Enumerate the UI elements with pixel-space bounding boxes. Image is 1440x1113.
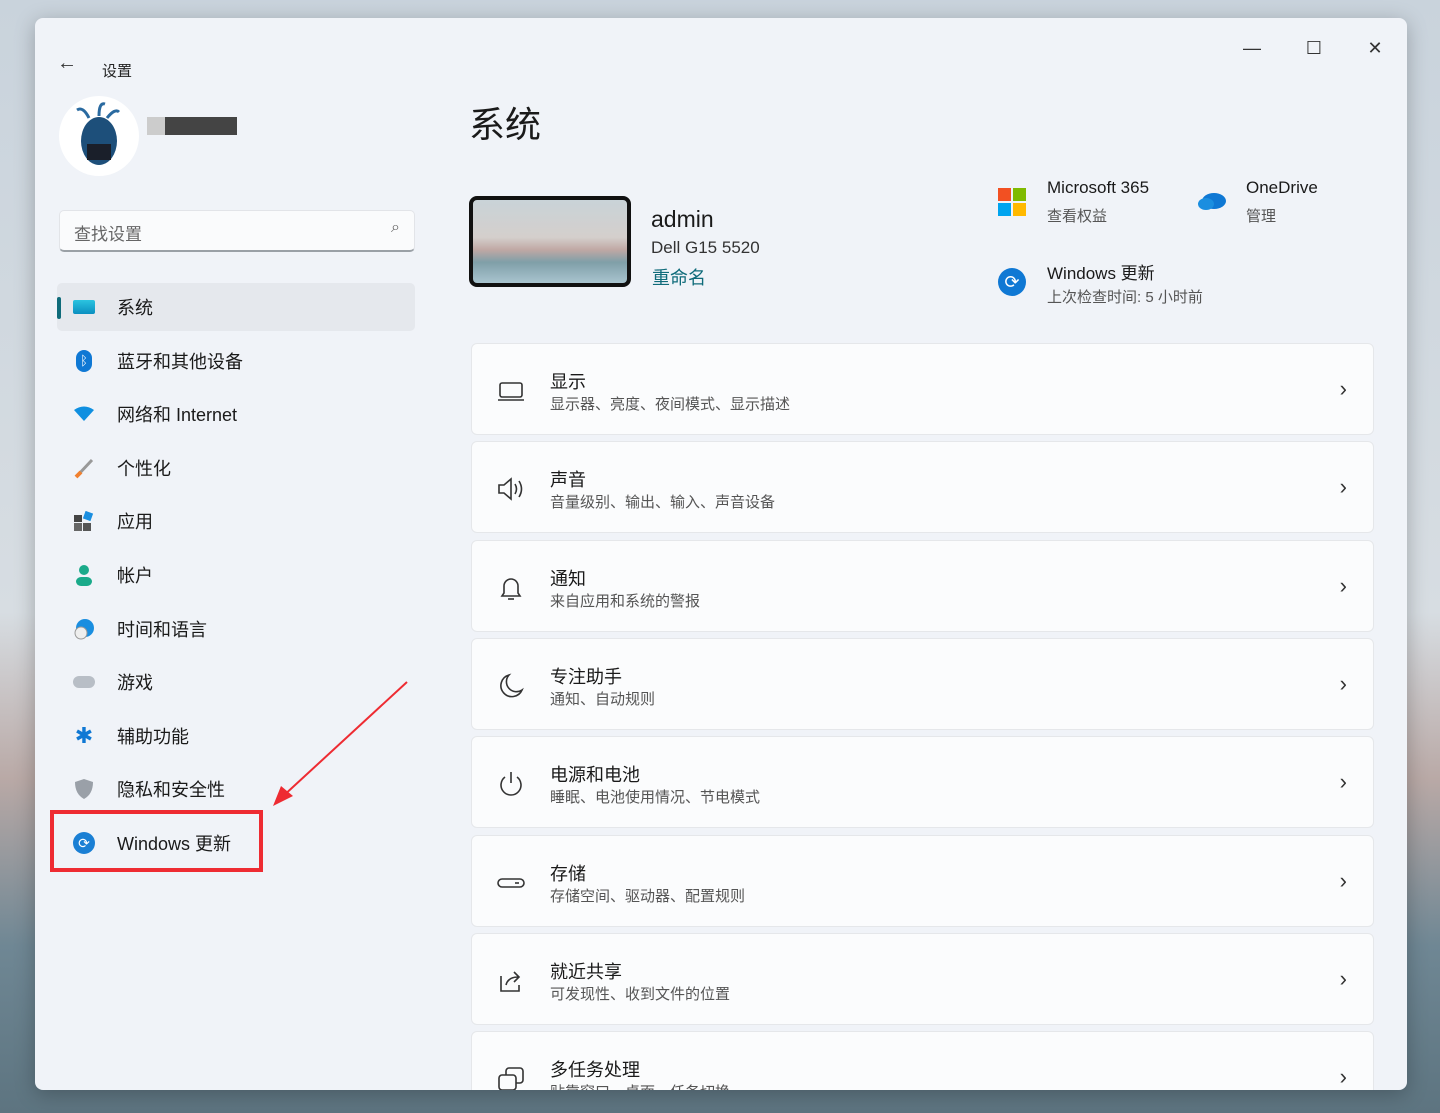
sidebar-item-label: 帐户 [117,562,153,588]
device-thumbnail [469,196,631,287]
sidebar-item-label: 网络和 Internet [117,401,237,427]
selection-indicator [57,297,61,319]
sidebar-item[interactable]: 个性化 [57,444,415,492]
moon-icon [496,671,526,701]
settings-card[interactable]: 通知来自应用和系统的警报 › [471,540,1374,632]
card-subtitle: 来自应用和系统的警报 [550,590,700,611]
chevron-right-icon: › [1340,573,1347,599]
avatar[interactable] [59,96,139,176]
settings-card[interactable]: 就近共享可发现性、收到文件的位置 › [471,933,1374,1025]
apps-icon [71,511,97,531]
sidebar-item[interactable]: 帐户 [57,551,415,599]
search-input[interactable]: 查找设置 ⌕ [59,210,415,252]
time-language-icon [71,618,97,640]
search-icon: ⌕ [391,219,400,237]
search-placeholder: 查找设置 [74,225,142,244]
card-subtitle: 贴靠窗口、桌面、任务切换 [550,1081,730,1090]
close-button[interactable]: ✕ [1355,38,1395,59]
service-title[interactable]: Windows 更新 [1047,259,1155,284]
chevron-right-icon: › [1340,474,1347,500]
card-subtitle: 存储空间、驱动器、配置规则 [550,885,745,906]
service-title[interactable]: Microsoft 365 [1047,178,1149,198]
sidebar-item[interactable]: 网络和 Internet [57,390,415,438]
settings-card[interactable]: 电源和电池睡眠、电池使用情况、节电模式 › [471,736,1374,828]
sidebar-item[interactable]: 时间和语言 [57,605,415,653]
maximize-button[interactable]: ☐ [1294,38,1334,59]
bell-icon [496,573,526,603]
share-icon [496,966,526,996]
windows-update-icon: ⟳ [998,268,1026,296]
power-icon [496,769,526,799]
page-title: 系统 [469,96,541,148]
onedrive-icon [1197,190,1227,215]
microsoft365-icon [998,188,1026,221]
multitask-icon [496,1064,526,1090]
bluetooth-icon: ᛒ [71,350,97,372]
username-blurred [147,117,237,135]
sidebar-item-label: 隐私和安全性 [117,776,225,802]
sidebar-item-label: 时间和语言 [117,616,207,642]
settings-card[interactable]: 专注助手通知、自动规则 › [471,638,1374,730]
settings-card[interactable]: 多任务处理贴靠窗口、桌面、任务切换 › [471,1031,1374,1090]
chevron-right-icon: › [1340,1064,1347,1090]
device-name: admin [651,206,714,233]
card-title: 声音 [550,466,586,492]
card-title: 通知 [550,565,586,591]
laptop-icon [496,376,526,406]
gamepad-icon [71,676,97,688]
speaker-icon [496,474,526,504]
card-title: 电源和电池 [550,761,640,787]
settings-card[interactable]: 声音音量级别、输出、输入、声音设备 › [471,441,1374,533]
shield-icon [71,778,97,800]
minimize-button[interactable]: — [1232,38,1272,59]
service-sub: 上次检查时间: 5 小时前 [1047,286,1203,307]
card-subtitle: 可发现性、收到文件的位置 [550,983,730,1004]
service-sub[interactable]: 查看权益 [1047,205,1107,226]
settings-card[interactable]: 存储存储空间、驱动器、配置规则 › [471,835,1374,927]
sidebar-item[interactable]: 系统 [57,283,415,331]
highlight-box [50,810,263,872]
sidebar-item-label: 个性化 [117,455,171,481]
settings-card[interactable]: 显示显示器、亮度、夜间模式、显示描述 › [471,343,1374,435]
accessibility-icon: ✱ [71,723,97,749]
card-title: 存储 [550,860,586,886]
card-subtitle: 睡眠、电池使用情况、节电模式 [550,786,760,807]
chevron-right-icon: › [1340,769,1347,795]
sidebar-item-label: 应用 [117,508,153,534]
rename-link[interactable]: 重命名 [652,264,706,290]
service-sub[interactable]: 管理 [1246,205,1276,226]
display-icon [71,300,97,314]
sidebar-item-label: 辅助功能 [117,723,189,749]
device-model: Dell G15 5520 [651,238,760,258]
card-title: 多任务处理 [550,1056,640,1082]
account-icon [71,564,97,586]
card-title: 显示 [550,368,586,394]
card-title: 就近共享 [550,958,622,984]
annotation-arrow [265,678,415,813]
sidebar-item[interactable]: ᛒ 蓝牙和其他设备 [57,337,415,385]
chevron-right-icon: › [1340,966,1347,992]
sidebar-item[interactable]: 应用 [57,497,415,545]
window-title: 设置 [102,60,132,81]
card-title: 专注助手 [550,663,622,689]
sidebar-item-label: 系统 [117,294,153,320]
sidebar-item-label: 游戏 [117,669,153,695]
storage-icon [496,868,526,898]
chevron-right-icon: › [1340,376,1347,402]
service-title[interactable]: OneDrive [1246,178,1318,198]
wifi-icon [71,406,97,422]
chevron-right-icon: › [1340,868,1347,894]
settings-window: ← 设置 — ☐ ✕ 查找设置 ⌕ 系统 ᛒ 蓝牙和其他设备网络和 Internet 个… [35,18,1407,1090]
back-arrow-icon[interactable]: ← [57,52,77,75]
brush-icon [71,457,97,479]
card-subtitle: 音量级别、输出、输入、声音设备 [550,491,775,512]
chevron-right-icon: › [1340,671,1347,697]
card-subtitle: 通知、自动规则 [550,688,655,709]
sidebar-item-label: 蓝牙和其他设备 [117,348,243,374]
card-subtitle: 显示器、亮度、夜间模式、显示描述 [550,393,790,414]
